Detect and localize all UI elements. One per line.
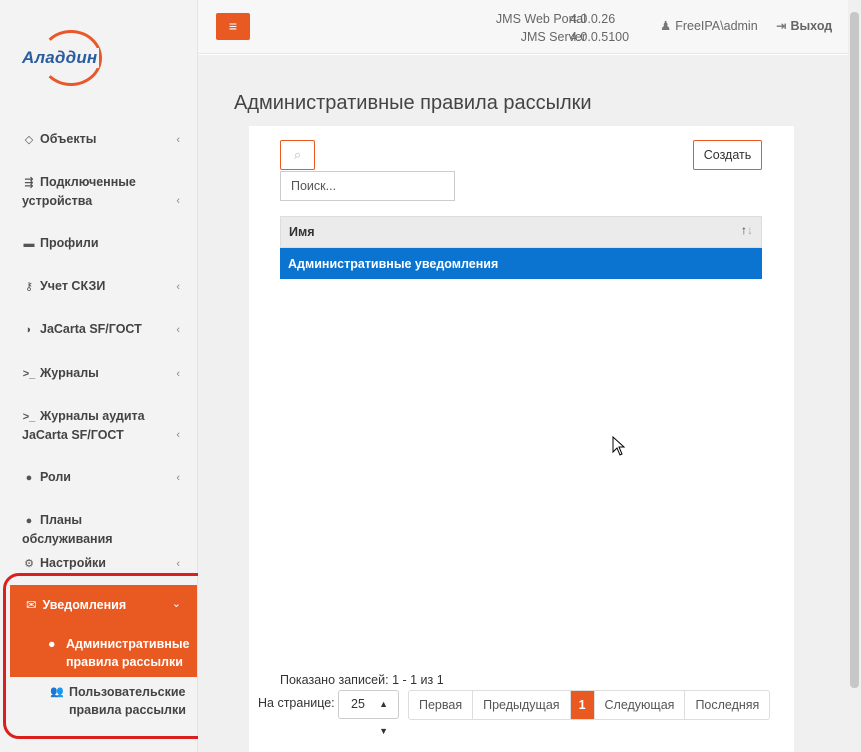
- portal-label: JMS Web Portal: [495, 12, 586, 26]
- chevron-left-icon: ‹: [176, 368, 180, 380]
- rules-table: Имя ↑↓ Административные уведомления: [280, 216, 762, 279]
- usb-icon: ⇶: [24, 177, 34, 189]
- portal-version: 4.0.0.26: [570, 12, 616, 26]
- chevron-left-icon: ‹: [176, 134, 180, 146]
- pagination: Первая Предыдущая 1 Следующая Последняя: [408, 690, 771, 720]
- user-name: FreeIPA\admin: [675, 19, 758, 33]
- sidebar-item-label: JaCarta SF/ГОСТ: [40, 322, 142, 336]
- table-cell: Административные уведомления: [288, 257, 499, 271]
- sidebar-item-settings[interactable]: ⚙ Настройки ‹: [0, 554, 198, 573]
- page-last[interactable]: Последняя: [685, 691, 769, 719]
- page-title: Административные правила рассылки: [234, 92, 592, 114]
- folder-icon: ▬: [23, 238, 35, 250]
- sidebar-item-skzi[interactable]: ⚷ Учет СКЗИ ‹: [0, 277, 198, 296]
- gears-icon: ⚙: [24, 558, 34, 570]
- diamond-icon: ◇: [24, 134, 34, 146]
- version-labels: JMS Web Portal JMS Server: [456, 10, 586, 46]
- table-row[interactable]: Административные уведомления: [280, 248, 762, 279]
- table-header-name[interactable]: Имя ↑↓: [280, 216, 762, 248]
- sidebar-item-label: Журналы: [40, 366, 99, 380]
- search-icon: ⌕: [293, 147, 302, 162]
- sidebar-item-maintenance[interactable]: ● Планы обслуживания: [0, 511, 198, 548]
- sidebar-item-devices[interactable]: ⇶ Подключенные устройства ‹: [0, 173, 198, 210]
- logout-label: Выход: [790, 19, 833, 33]
- scrollbar[interactable]: [848, 0, 861, 752]
- logout-link[interactable]: ⇥ Выход: [776, 18, 832, 33]
- aladdin-logo[interactable]: Аладдин: [22, 26, 104, 88]
- page-prev[interactable]: Предыдущая: [473, 691, 571, 719]
- menu-toggle-button[interactable]: ≡: [216, 13, 250, 40]
- user-menu[interactable]: ♟ FreeIPA\admin: [660, 18, 758, 33]
- user-circle-icon: ●: [25, 515, 33, 527]
- sidebar-item-label: Подключенные устройства: [22, 175, 136, 208]
- topbar: ≡ JMS Web Portal JMS Server 4.0.0.26 4.0…: [198, 0, 861, 54]
- scrollbar-thumb[interactable]: [850, 12, 859, 688]
- sidebar-item-roles[interactable]: ● Роли ‹: [0, 468, 198, 487]
- page-first[interactable]: Первая: [409, 691, 474, 719]
- per-page-label: На странице:: [258, 696, 335, 710]
- sort-arrows-icon: ▲ ▼: [379, 699, 388, 736]
- sidebar-item-jacarta[interactable]: ◗ JaCarta SF/ГОСТ ‹: [0, 320, 198, 339]
- mouse-cursor-icon: [612, 436, 626, 456]
- user-circle-icon: ●: [25, 472, 33, 484]
- sidebar-item-objects[interactable]: ◇ Объекты ‹: [0, 130, 198, 149]
- chevron-left-icon: ‹: [176, 195, 180, 207]
- sidebar-item-profiles[interactable]: ▬ Профили: [0, 234, 198, 253]
- sidebar-item-label: Объекты: [40, 132, 97, 146]
- chevron-left-icon: ‹: [176, 324, 180, 336]
- records-info: Показано записей: 1 - 1 из 1: [280, 673, 444, 687]
- server-label: JMS Server: [520, 30, 586, 44]
- per-page-select[interactable]: 25 ▲ ▼: [338, 690, 399, 736]
- user-icon: ♟: [660, 19, 672, 33]
- sidebar-item-audit-logs[interactable]: >_ Журналы аудита JaCarta SF/ГОСТ ‹: [0, 407, 198, 444]
- search-button[interactable]: ⌕: [280, 140, 315, 170]
- column-header: Имя: [289, 225, 315, 239]
- page-current[interactable]: 1: [570, 691, 595, 719]
- sidebar: Аладдин ◇ Объекты ‹ ⇶ Подключенные устройс…: [0, 0, 225, 752]
- chevron-left-icon: ‹: [176, 281, 180, 293]
- shield-icon: ◗: [25, 324, 33, 336]
- chevron-left-icon: ‹: [176, 558, 180, 570]
- page-next[interactable]: Следующая: [595, 691, 686, 719]
- key-icon: ⚷: [24, 281, 34, 293]
- sign-out-icon: ⇥: [776, 19, 787, 33]
- logo-text: Аладдин: [22, 48, 100, 68]
- sidebar-item-label: Настройки: [40, 556, 106, 570]
- search-input[interactable]: [280, 171, 455, 201]
- highlight-annotation: [3, 573, 225, 739]
- chevron-left-icon: ‹: [176, 429, 180, 441]
- terminal-icon: >_: [22, 411, 36, 423]
- sidebar-item-label: Журналы аудита JaCarta SF/ГОСТ: [22, 409, 145, 442]
- version-values: 4.0.0.26 4.0.0.5100: [570, 10, 630, 46]
- terminal-icon: >_: [22, 368, 36, 380]
- sidebar-item-label: Профили: [40, 236, 99, 250]
- create-button[interactable]: Создать: [693, 140, 762, 170]
- sidebar-item-logs[interactable]: >_ Журналы ‹: [0, 364, 198, 383]
- bars-icon: ≡: [228, 18, 238, 34]
- sort-icon[interactable]: ↑↓: [741, 223, 753, 237]
- sidebar-item-label: Учет СКЗИ: [40, 279, 106, 293]
- sidebar-item-label: Роли: [40, 470, 71, 484]
- per-page-value: 25: [351, 697, 365, 711]
- chevron-left-icon: ‹: [176, 472, 180, 484]
- server-version: 4.0.0.5100: [570, 30, 630, 44]
